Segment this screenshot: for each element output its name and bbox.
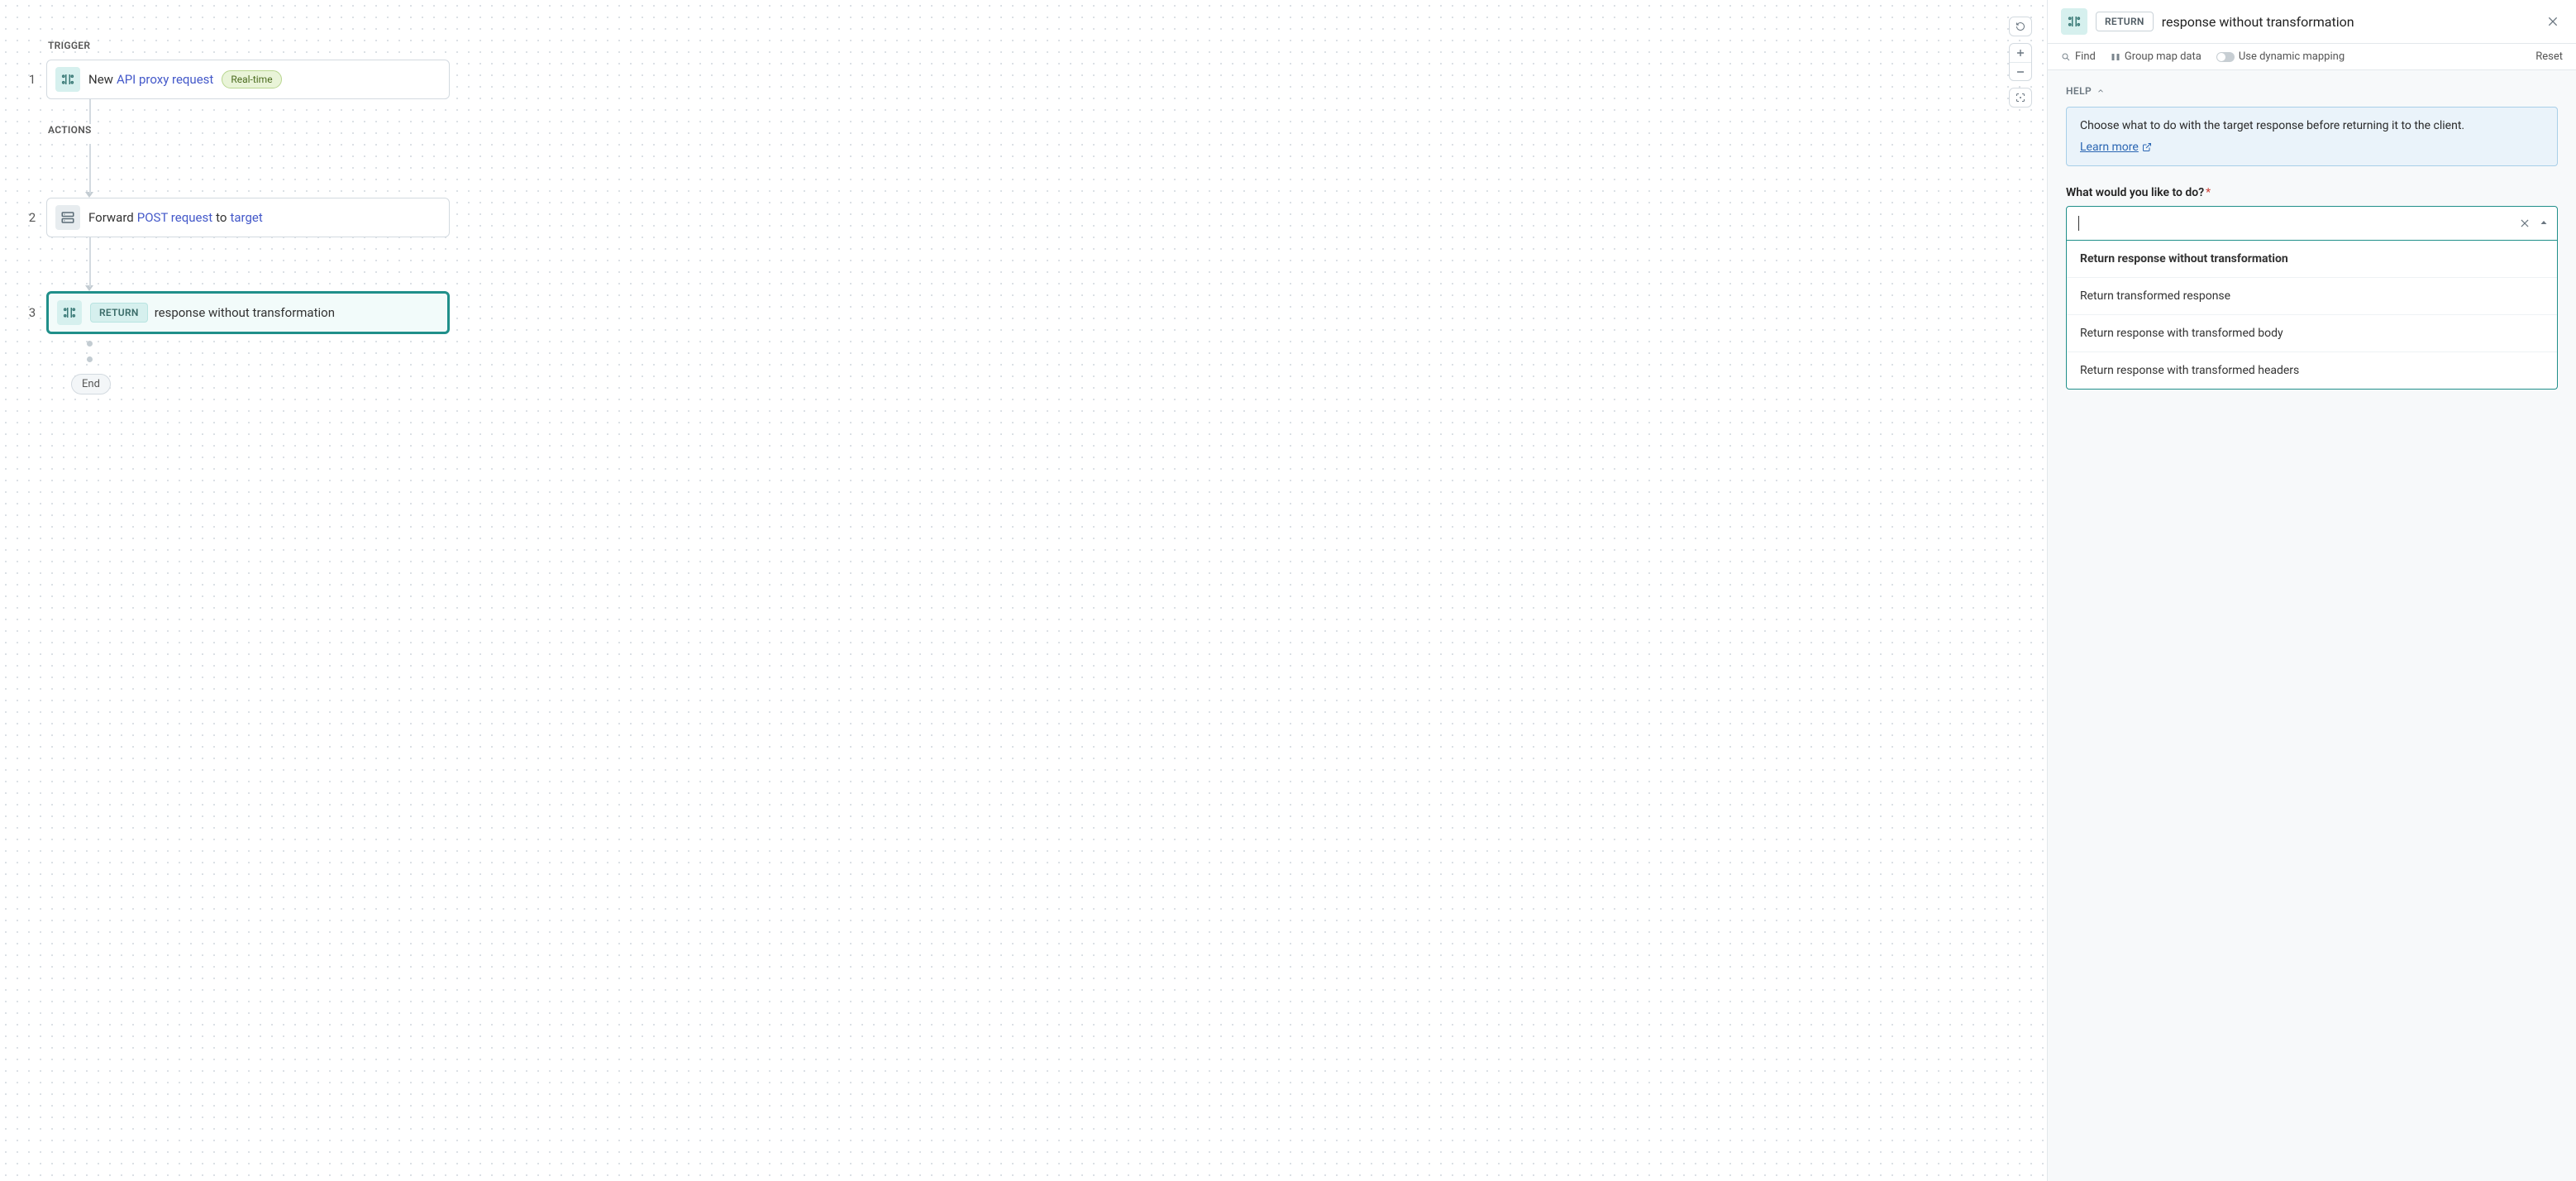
forward-text-1: Forward (88, 210, 134, 225)
step-number-1: 1 (23, 72, 41, 87)
find-button[interactable]: Find (2061, 50, 2096, 63)
dynamic-mapping-label: Use dynamic mapping (2239, 50, 2345, 63)
flow-canvas[interactable]: TRIGGER 1 New API proxy request Real-tim… (0, 0, 2047, 1181)
section-actions-label: ACTIONS (48, 124, 450, 136)
panel-header: RETURN response without transformation (2048, 0, 2576, 44)
config-panel: RETURN response without transformation F… (2047, 0, 2576, 1181)
fit-view-button[interactable] (2009, 88, 2032, 108)
find-label: Find (2075, 50, 2096, 63)
dropdown-option[interactable]: Return transformed response (2067, 278, 2557, 315)
group-map-label: Group map data (2125, 50, 2202, 63)
return-pill: RETURN (90, 303, 148, 323)
undo-icon (2010, 17, 2031, 36)
external-link-icon (2142, 142, 2152, 152)
learn-more-text: Learn more (2080, 141, 2139, 154)
connector (89, 144, 91, 194)
api-proxy-icon (57, 300, 82, 325)
realtime-badge: Real-time (222, 70, 281, 88)
action-select-dropdown: Return response without transformation R… (2066, 241, 2558, 390)
zoom-in-button[interactable] (2010, 44, 2031, 62)
field-label: What would you like to do?* (2066, 186, 2558, 199)
return-action-card[interactable]: RETURN response without transformation (46, 291, 450, 334)
connector-dot (87, 356, 93, 362)
trigger-card[interactable]: New API proxy request Real-time (46, 60, 450, 99)
action-select-input[interactable] (2079, 213, 2519, 233)
help-label-text: HELP (2066, 85, 2092, 97)
return-description: response without transformation (155, 305, 335, 320)
step-number-2: 2 (23, 210, 41, 225)
caret-up-icon (2539, 218, 2549, 227)
step-number-3: 3 (23, 305, 41, 320)
group-map-button[interactable]: Group map data (2111, 50, 2202, 63)
reset-view-button[interactable] (2009, 17, 2032, 36)
reset-label: Reset (2535, 50, 2563, 63)
center-icon (2010, 88, 2031, 107)
reset-button[interactable]: Reset (2535, 50, 2563, 63)
panel-title: response without transformation (2162, 14, 2543, 30)
dynamic-mapping-toggle[interactable]: Use dynamic mapping (2216, 50, 2345, 63)
dropdown-option[interactable]: Return response without transformation (2067, 241, 2557, 278)
panel-toolbar: Find Group map data Use dynamic mapping … (2048, 44, 2576, 70)
help-toggle[interactable]: HELP (2066, 85, 2558, 97)
api-proxy-icon (2061, 8, 2087, 35)
zoom-out-button[interactable] (2010, 62, 2031, 80)
server-icon (55, 205, 80, 230)
help-text: Choose what to do with the target respon… (2080, 119, 2544, 132)
dropdown-option[interactable]: Return response with transformed headers (2067, 352, 2557, 389)
connector (89, 237, 91, 287)
connector (89, 99, 91, 124)
section-trigger-label: TRIGGER (48, 40, 450, 51)
chevron-up-icon (2097, 87, 2105, 95)
learn-more-link[interactable]: Learn more (2080, 141, 2152, 154)
target-link[interactable]: target (230, 210, 262, 225)
field-label-text: What would you like to do? (2066, 186, 2204, 199)
action-select[interactable] (2066, 206, 2558, 241)
clear-button[interactable] (2519, 218, 2531, 229)
post-request-link[interactable]: POST request (137, 210, 212, 225)
forward-text-2: to (216, 210, 227, 225)
return-pill: RETURN (2096, 12, 2154, 31)
trigger-prefix: New (88, 72, 113, 87)
close-button[interactable] (2543, 12, 2563, 31)
connector-dot (87, 341, 93, 347)
trigger-link[interactable]: API proxy request (117, 72, 213, 87)
help-box: Choose what to do with the target respon… (2066, 107, 2558, 166)
api-proxy-icon (55, 67, 80, 92)
dropdown-option[interactable]: Return response with transformed body (2067, 315, 2557, 352)
collapse-button[interactable] (2539, 218, 2549, 229)
end-pill: End (71, 374, 111, 394)
toggle-icon (2216, 52, 2235, 62)
action-forward-card[interactable]: Forward POST request to target (46, 198, 450, 237)
